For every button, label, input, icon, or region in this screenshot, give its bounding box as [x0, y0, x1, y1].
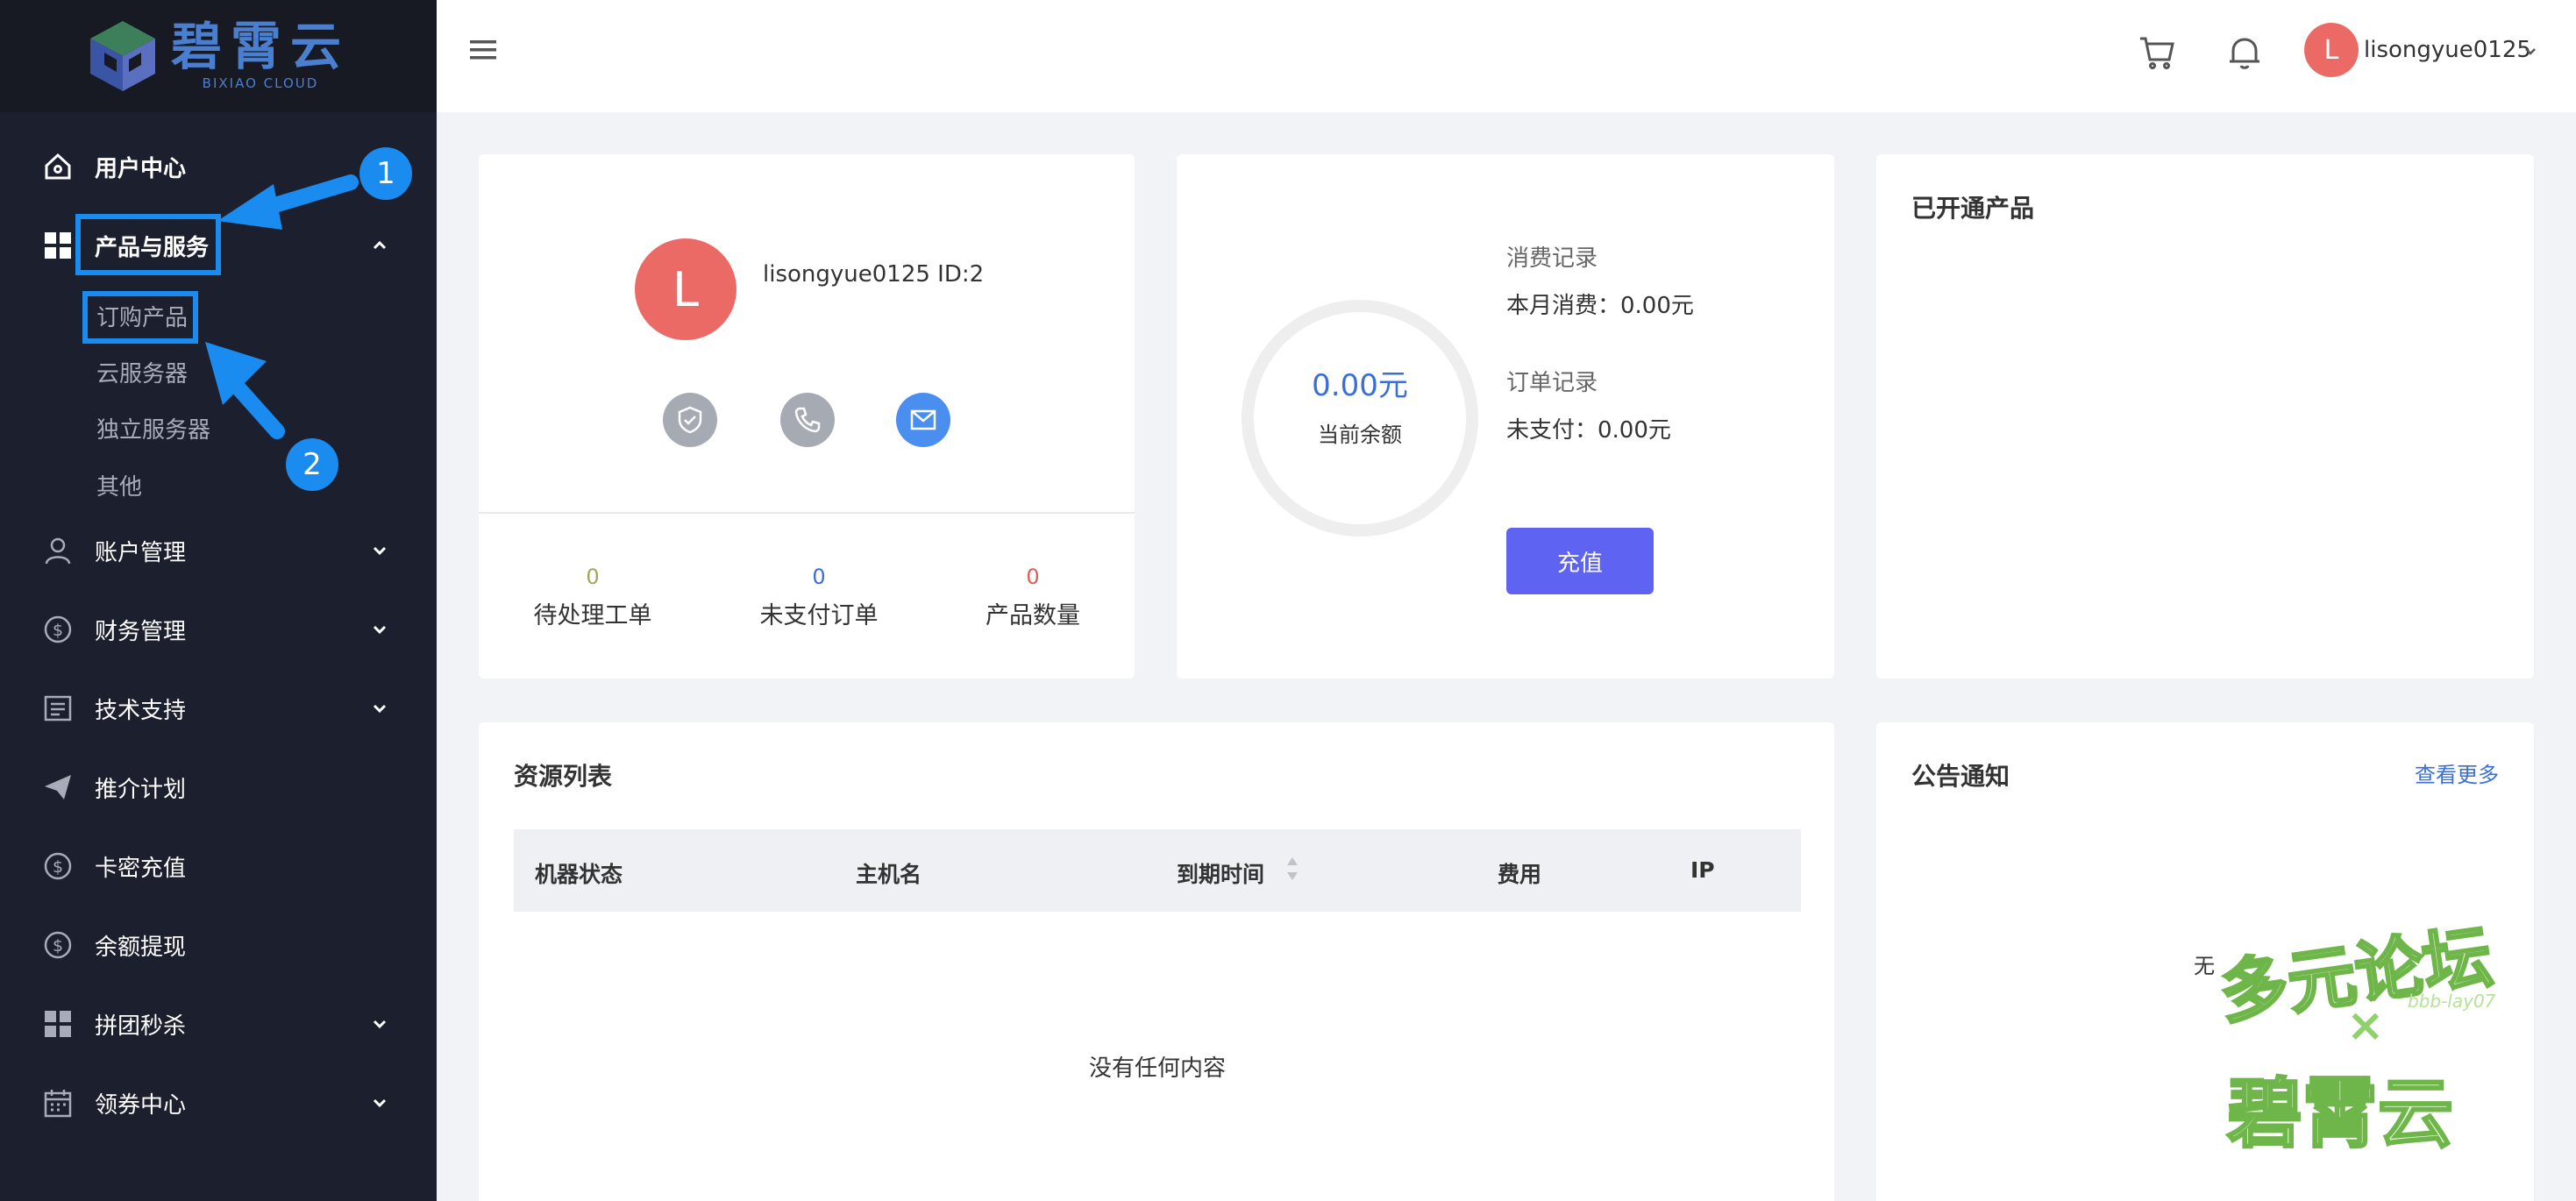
- chevron-down-icon[interactable]: [368, 697, 391, 720]
- chevron-up-icon[interactable]: [368, 234, 391, 257]
- stat-pending-tickets-label[interactable]: 待处理工单: [505, 596, 680, 630]
- annotation-badge-2: 2: [286, 438, 338, 491]
- profile-card: L lisongyue0125 ID:2 0 待处理工单 0 未支付订单 0 产…: [479, 154, 1135, 679]
- sort-icon[interactable]: [1285, 856, 1299, 882]
- watermark-overlay: 多元论坛 × bbb-lay07 碧霄云: [2183, 912, 2534, 1175]
- sub-item-dedicated-server[interactable]: 独立服务器: [96, 412, 210, 444]
- annotation-highlight-2: [82, 291, 198, 344]
- svg-text:$: $: [53, 621, 63, 640]
- annotation-highlight-1: [75, 214, 221, 275]
- divider: [479, 512, 1135, 514]
- header-username[interactable]: lisongyue0125: [2364, 37, 2531, 63]
- phone-icon[interactable]: [780, 393, 835, 447]
- stat-unpaid-orders-count: 0: [812, 565, 826, 589]
- sidebar-item-tech-support[interactable]: 技术支持: [0, 682, 437, 735]
- active-products-title: 已开通产品: [1911, 194, 2035, 223]
- logo-subtitle: BIXIAO CLOUD: [202, 75, 319, 91]
- notices-title: 公告通知: [1911, 762, 2010, 791]
- bell-icon[interactable]: [2225, 33, 2264, 72]
- consume-record-value: 本月消费：0.00元: [1506, 293, 1694, 319]
- home-icon: [42, 151, 74, 182]
- calendar-icon: [42, 1087, 74, 1119]
- column-header-status[interactable]: 机器状态: [535, 857, 623, 889]
- column-header-expiry[interactable]: 到期时间: [1177, 857, 1264, 889]
- menu-toggle-icon[interactable]: [470, 37, 496, 63]
- grid-icon: [42, 230, 74, 261]
- balance-amount: 0.00元: [1312, 368, 1408, 403]
- sidebar-item-label: 余额提现: [95, 934, 187, 961]
- balance-label: 当前余额: [1318, 423, 1402, 447]
- annotation-badge-1: 1: [359, 147, 412, 200]
- sidebar-item-referral[interactable]: 推介计划: [0, 761, 437, 814]
- sidebar-item-label: 技术支持: [95, 697, 187, 724]
- dollar-icon: $: [42, 614, 74, 645]
- stat-pending-tickets-count: 0: [586, 565, 600, 589]
- sidebar-item-coupon-center[interactable]: 领券中心: [0, 1077, 437, 1129]
- sidebar-item-label: 用户中心: [95, 155, 187, 182]
- resource-list-title: 资源列表: [514, 762, 613, 791]
- column-header-ip[interactable]: IP: [1690, 857, 1715, 883]
- stat-product-count-label[interactable]: 产品数量: [945, 596, 1121, 630]
- svg-text:$: $: [53, 857, 63, 877]
- empty-state-text: 没有任何内容: [1088, 1055, 1226, 1082]
- sidebar: 碧霄云 BIXIAO CLOUD 用户中心 产品与服务 订购产品 云服务器 独立…: [0, 0, 437, 1201]
- view-more-link[interactable]: 查看更多: [2415, 757, 2499, 788]
- order-record-title[interactable]: 订单记录: [1506, 365, 1598, 397]
- sub-item-cloud-server[interactable]: 云服务器: [96, 356, 188, 388]
- annotation-arrow-2: [205, 342, 285, 439]
- dollar-icon: $: [42, 850, 74, 882]
- dollar-icon: $: [42, 929, 74, 961]
- sidebar-item-group-flash-sale[interactable]: 拼团秒杀: [0, 998, 437, 1050]
- header-avatar[interactable]: L: [2304, 23, 2359, 77]
- svg-text:$: $: [53, 936, 63, 956]
- logo[interactable]: 碧霄云 BIXIAO CLOUD: [0, 0, 437, 112]
- paper-plane-icon: [42, 771, 74, 803]
- sidebar-item-withdraw[interactable]: $ 余额提现: [0, 919, 437, 971]
- resource-list-card: 资源列表 机器状态 主机名 到期时间 费用 IP 没有任何内容: [479, 722, 1834, 1201]
- sidebar-item-label: 账户管理: [95, 539, 187, 566]
- sub-item-other[interactable]: 其他: [96, 469, 142, 501]
- chevron-down-icon[interactable]: [368, 1091, 391, 1114]
- sidebar-item-account[interactable]: 账户管理: [0, 524, 437, 577]
- cart-icon[interactable]: [2138, 33, 2176, 72]
- sidebar-item-finance[interactable]: $ 财务管理: [0, 603, 437, 656]
- watermark-cross: ×: [2346, 999, 2385, 1052]
- logo-name: 碧霄云: [170, 17, 350, 76]
- chevron-down-icon[interactable]: [2522, 42, 2539, 60]
- profile-name-id: lisongyue0125 ID:2: [763, 261, 985, 288]
- annotation-arrow-1: [217, 174, 359, 230]
- column-header-cost[interactable]: 费用: [1498, 857, 1541, 889]
- watermark-small: bbb-lay07: [2408, 991, 2496, 1012]
- order-record-value: 未支付：0.00元: [1506, 417, 1671, 444]
- sidebar-item-label: 领券中心: [95, 1091, 187, 1119]
- chevron-down-icon[interactable]: [368, 1013, 391, 1035]
- profile-avatar: L: [635, 238, 737, 340]
- watermark-line2: 碧霄云: [2226, 1070, 2455, 1160]
- balance-card: 0.00元 当前余额 消费记录 本月消费：0.00元 订单记录 未支付：0.00…: [1177, 154, 1834, 679]
- top-header: L lisongyue0125: [437, 0, 2576, 112]
- stat-unpaid-orders-label[interactable]: 未支付订单: [731, 596, 907, 630]
- recharge-button[interactable]: 充值: [1506, 528, 1654, 594]
- sidebar-item-label: 推介计划: [95, 776, 187, 803]
- sidebar-item-label: 卡密充值: [95, 855, 187, 882]
- table-header: 机器状态 主机名 到期时间 费用 IP: [514, 829, 1801, 912]
- stat-product-count: 0: [1026, 565, 1040, 589]
- active-products-card: 已开通产品: [1876, 154, 2534, 679]
- chevron-down-icon[interactable]: [368, 539, 391, 562]
- consume-record-title[interactable]: 消费记录: [1506, 240, 1598, 273]
- sidebar-item-card-recharge[interactable]: $ 卡密充值: [0, 840, 437, 892]
- email-icon[interactable]: [896, 393, 950, 447]
- grid-icon: [42, 1008, 74, 1040]
- sidebar-item-label: 拼团秒杀: [95, 1013, 187, 1040]
- logo-cube-icon: [89, 21, 155, 91]
- security-verified-icon[interactable]: [663, 393, 717, 447]
- document-icon: [42, 693, 74, 724]
- chevron-down-icon[interactable]: [368, 618, 391, 641]
- column-header-hostname[interactable]: 主机名: [856, 857, 922, 889]
- user-icon: [42, 535, 74, 566]
- sidebar-item-label: 财务管理: [95, 618, 187, 645]
